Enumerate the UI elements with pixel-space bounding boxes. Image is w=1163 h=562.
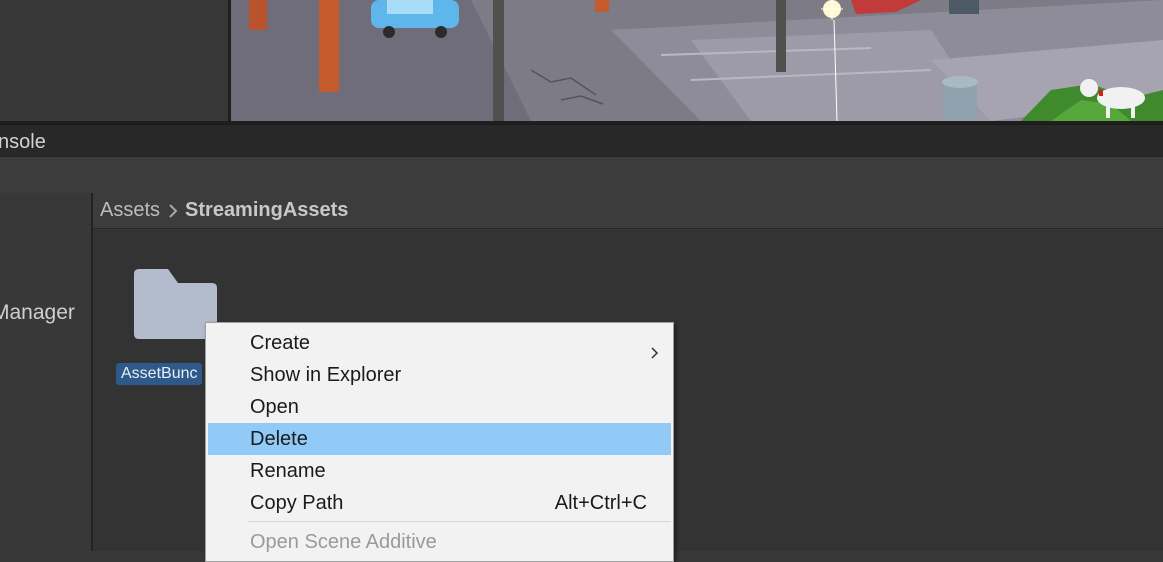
menu-item-label: Open Scene Additive <box>250 531 437 553</box>
breadcrumb: Assets StreamingAssets <box>93 193 1163 229</box>
scene-render <box>231 0 1163 121</box>
menu-item-label: Rename <box>250 460 326 482</box>
folder-tree-panel: Manager <box>0 193 93 551</box>
chevron-right-icon <box>168 203 178 218</box>
project-toolbar <box>0 156 1163 194</box>
hierarchy-panel <box>0 0 228 121</box>
menu-item-label: Show in Explorer <box>250 364 402 386</box>
menu-item-rename[interactable]: Rename <box>208 455 671 487</box>
breadcrumb-root[interactable]: Assets <box>100 199 160 222</box>
menu-item-label: Create <box>250 332 311 354</box>
menu-shortcut: Alt+Ctrl+C <box>554 492 647 514</box>
tree-item-label[interactable]: Manager <box>0 301 75 325</box>
menu-item-create[interactable]: Create <box>208 327 671 359</box>
menu-item-show-in-explorer[interactable]: Show in Explorer <box>208 359 671 391</box>
tab-bar: nsole <box>0 124 1163 157</box>
tab-console[interactable]: nsole <box>0 125 56 157</box>
menu-item-open[interactable]: Open <box>208 391 671 423</box>
menu-item-copy-path[interactable]: Copy Path Alt+Ctrl+C <box>208 487 671 519</box>
menu-item-label: Delete <box>250 428 308 450</box>
menu-item-delete[interactable]: Delete <box>208 423 671 455</box>
context-menu: Create Show in Explorer Open Delete Rena… <box>205 322 674 562</box>
breadcrumb-current[interactable]: StreamingAssets <box>185 199 348 222</box>
menu-item-label: Copy Path <box>250 492 344 514</box>
top-area <box>0 0 1163 124</box>
asset-name-label[interactable]: AssetBunc <box>116 363 203 385</box>
scene-view[interactable] <box>231 0 1163 121</box>
menu-separator <box>248 521 671 522</box>
menu-item-open-scene-additive: Open Scene Additive <box>208 526 671 558</box>
menu-item-label: Open <box>250 396 299 418</box>
